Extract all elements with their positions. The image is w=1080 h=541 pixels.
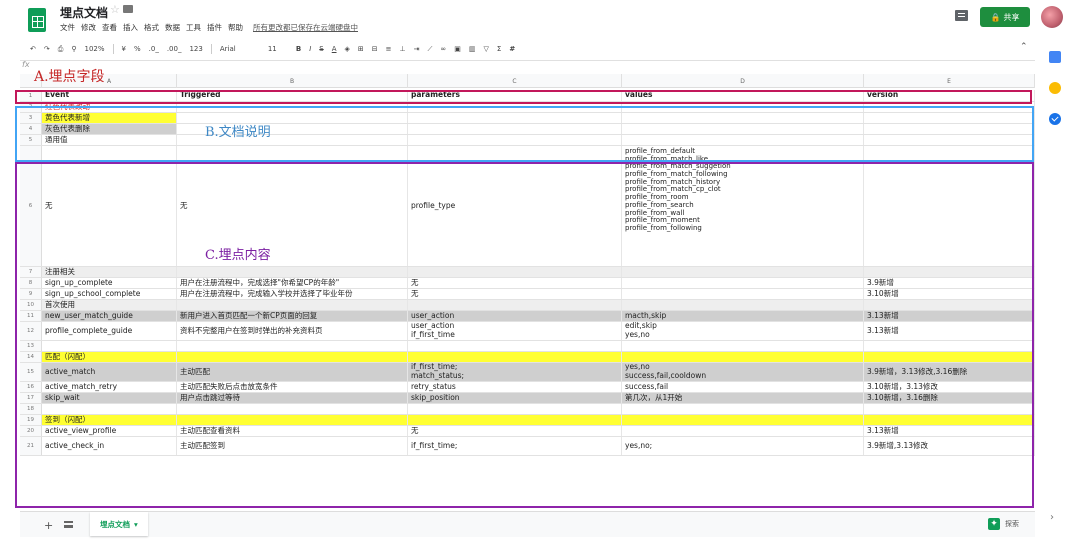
- toolbar: ↶ ↷ ⎙ ⚲ 102% ¥ % .0_ .00_ 123 Arial 11 B…: [30, 41, 515, 57]
- fill-color-icon[interactable]: ◈: [345, 45, 350, 53]
- sheet-tab-label: 埋点文档: [100, 519, 130, 529]
- menu-file[interactable]: 文件: [60, 22, 75, 33]
- chart-icon[interactable]: ▥: [469, 45, 476, 53]
- share-label: 共享: [1003, 12, 1020, 22]
- formula-bar[interactable]: [20, 60, 1035, 73]
- italic-button[interactable]: I: [309, 45, 311, 53]
- redo-icon[interactable]: ↷: [44, 45, 50, 53]
- sheets-logo-icon[interactable]: [28, 8, 46, 32]
- document-title[interactable]: 埋点文档: [60, 4, 108, 21]
- percent-button[interactable]: %: [134, 45, 141, 53]
- menu-help[interactable]: 帮助: [228, 22, 243, 33]
- separator: [210, 44, 212, 54]
- strikethrough-button[interactable]: S: [319, 45, 323, 53]
- doc-section-outline: [15, 106, 1034, 162]
- borders-icon[interactable]: ⊞: [358, 45, 364, 53]
- menu-data[interactable]: 数据: [165, 22, 180, 33]
- zoom-select[interactable]: 102%: [85, 45, 105, 53]
- paint-format-icon[interactable]: ⚲: [71, 45, 76, 53]
- menu-tools[interactable]: 工具: [186, 22, 201, 33]
- font-select[interactable]: Arial: [220, 45, 260, 53]
- chevron-down-icon: ▾: [134, 519, 138, 529]
- annotation-label-a: A.埋点字段: [34, 69, 105, 85]
- decrease-decimal-button[interactable]: .0_: [149, 45, 159, 53]
- sheet-tab[interactable]: 埋点文档 ▾: [90, 512, 148, 536]
- column-header-row: A B C D E: [20, 74, 1035, 88]
- star-icon[interactable]: ☆: [110, 3, 120, 16]
- annotation-label-b: B.文档说明: [205, 125, 271, 140]
- align-icon[interactable]: ≡: [386, 45, 392, 53]
- collapse-toolbar-icon[interactable]: ⌃: [1020, 42, 1028, 52]
- bold-button[interactable]: B: [296, 45, 301, 53]
- column-header-c[interactable]: C: [408, 74, 622, 88]
- keep-icon[interactable]: [1049, 82, 1061, 94]
- undo-icon[interactable]: ↶: [30, 45, 36, 53]
- all-sheets-icon[interactable]: [64, 521, 73, 528]
- comment-add-icon[interactable]: ▣: [454, 45, 461, 53]
- link-icon[interactable]: ∞: [440, 45, 446, 53]
- menu-format[interactable]: 格式: [144, 22, 159, 33]
- currency-button[interactable]: ¥: [122, 45, 126, 53]
- input-tools-icon[interactable]: #: [509, 45, 515, 53]
- column-header-e[interactable]: E: [864, 74, 1035, 88]
- functions-button[interactable]: Σ: [497, 45, 501, 53]
- content-section-outline: [15, 162, 1034, 508]
- menu-bar: 文件 修改 查看 插入 格式 数据 工具 插件 帮助 所有更改都已保存在云端硬盘…: [60, 22, 358, 33]
- font-size-select[interactable]: 11: [268, 45, 288, 53]
- comment-icon[interactable]: [955, 10, 968, 21]
- separator: [112, 44, 114, 54]
- title-bar: 埋点文档 ☆ 文件 修改 查看 插入 格式 数据 工具 插件 帮助 所有更改都已…: [0, 0, 1080, 38]
- valign-icon[interactable]: ⊥: [400, 45, 406, 53]
- field-section-outline: [15, 90, 1032, 104]
- text-color-button[interactable]: A: [332, 45, 337, 53]
- expand-panel-icon[interactable]: ›: [1050, 512, 1054, 523]
- menu-view[interactable]: 查看: [102, 22, 117, 33]
- number-format-select[interactable]: 123: [189, 45, 202, 53]
- side-panel: [1044, 45, 1066, 175]
- sheet-tabs-bar: + 埋点文档 ▾ ✦ 探索: [20, 511, 1035, 537]
- menu-edit[interactable]: 修改: [81, 22, 96, 33]
- folder-icon[interactable]: [123, 5, 133, 13]
- column-header-d[interactable]: D: [622, 74, 864, 88]
- tasks-icon[interactable]: [1049, 113, 1061, 125]
- merge-icon[interactable]: ⊟: [372, 45, 378, 53]
- column-header-b[interactable]: B: [177, 74, 408, 88]
- avatar[interactable]: [1041, 6, 1063, 28]
- save-status[interactable]: 所有更改都已保存在云端硬盘中: [253, 22, 358, 33]
- wrap-icon[interactable]: ⇥: [414, 45, 420, 53]
- annotation-label-c: C.埋点内容: [205, 248, 271, 263]
- filter-icon[interactable]: ▽: [484, 45, 489, 53]
- calendar-icon[interactable]: [1049, 51, 1061, 63]
- explore-button[interactable]: ✦ 探索: [988, 518, 1019, 530]
- menu-insert[interactable]: 插入: [123, 22, 138, 33]
- rotate-icon[interactable]: ⟋: [428, 45, 433, 54]
- lock-icon: 🔒: [990, 12, 1001, 22]
- explore-label: 探索: [1005, 520, 1019, 528]
- print-icon[interactable]: ⎙: [58, 45, 64, 54]
- explore-icon: ✦: [988, 518, 1000, 530]
- formula-icon: fx: [22, 60, 30, 69]
- share-button[interactable]: 🔒 共享: [980, 7, 1030, 27]
- menu-addons[interactable]: 插件: [207, 22, 222, 33]
- spreadsheet-app: 埋点文档 ☆ 文件 修改 查看 插入 格式 数据 工具 插件 帮助 所有更改都已…: [0, 0, 1080, 541]
- increase-decimal-button[interactable]: .00_: [167, 45, 182, 53]
- add-sheet-button[interactable]: +: [44, 519, 53, 532]
